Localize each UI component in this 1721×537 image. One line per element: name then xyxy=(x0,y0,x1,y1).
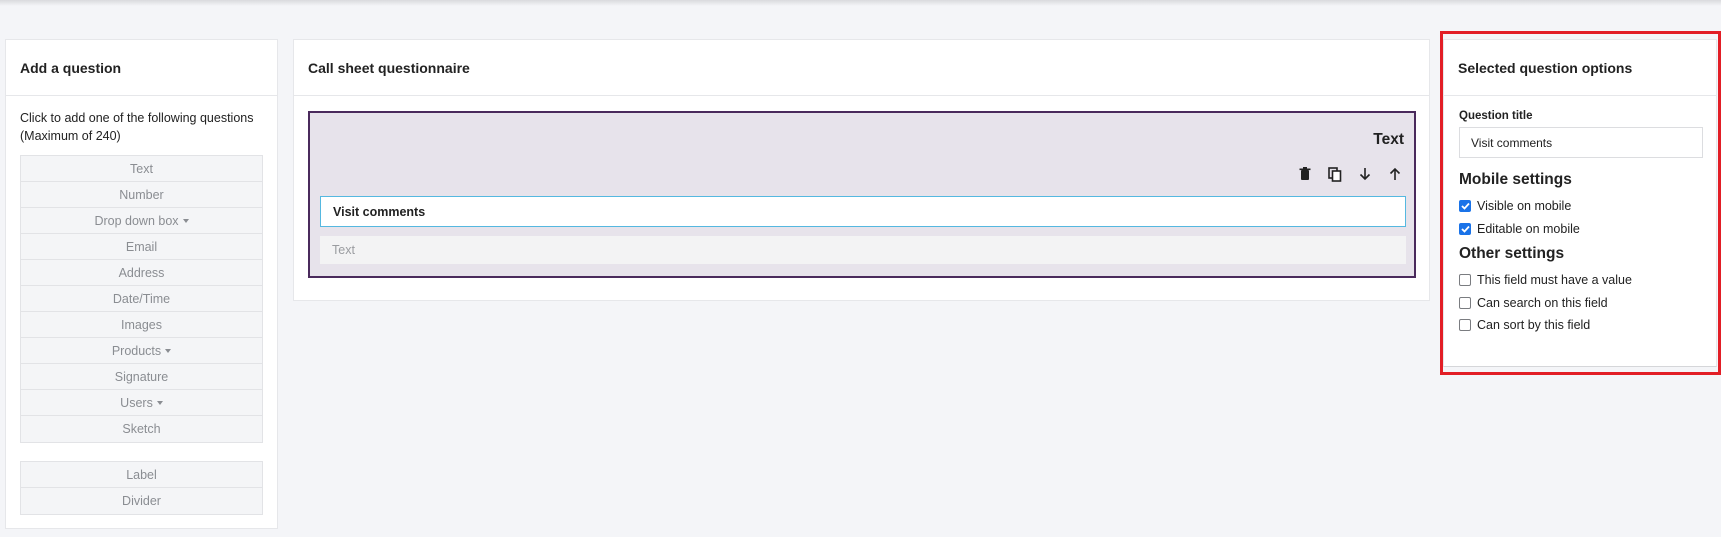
checkbox-label: This field must have a value xyxy=(1477,273,1632,288)
question-card[interactable]: Text Visit comments Text xyxy=(308,111,1416,278)
button-label: Date/Time xyxy=(112,291,171,306)
add-date-time-button[interactable]: Date/Time xyxy=(21,286,262,312)
checkbox-label: Can search on this field xyxy=(1477,295,1608,310)
add-users-button[interactable]: Users xyxy=(21,390,262,416)
add-label-button[interactable]: Label xyxy=(21,462,262,488)
question-toolbar xyxy=(1296,165,1404,183)
can-sort-by-this-field-checkbox[interactable] xyxy=(1459,319,1471,332)
copy-icon[interactable] xyxy=(1326,165,1344,183)
button-label: Products xyxy=(111,343,162,358)
add-question-instructions: Click to add one of the following questi… xyxy=(20,111,254,143)
mobile-settings-list: Visible on mobile Editable on mobile xyxy=(1459,195,1702,240)
button-label: Email xyxy=(125,239,158,254)
add-signature-button[interactable]: Signature xyxy=(21,364,262,390)
checkbox-label: Visible on mobile xyxy=(1477,199,1572,214)
caret-down-icon xyxy=(165,348,172,353)
trash-icon[interactable] xyxy=(1296,165,1314,183)
button-label: Number xyxy=(119,187,164,202)
can-search-on-this-field-checkbox[interactable] xyxy=(1459,296,1471,309)
this-field-must-have-a-value-option: This field must have a value xyxy=(1459,269,1702,292)
question-type-label: Text xyxy=(1373,131,1404,148)
add-email-button[interactable]: Email xyxy=(21,234,262,260)
button-label: Images xyxy=(121,317,162,332)
other-settings-list: This field must have a value Can search o… xyxy=(1459,269,1702,337)
editable-on-mobile-checkbox[interactable] xyxy=(1459,222,1471,235)
editable-on-mobile-option: Editable on mobile xyxy=(1459,218,1702,241)
button-label: Divider xyxy=(122,494,161,508)
can-sort-by-this-field-option: Can sort by this field xyxy=(1459,314,1702,337)
add-question-title: Add a question xyxy=(6,40,277,96)
button-label: Drop down box xyxy=(94,213,179,228)
question-title-label: Question title xyxy=(1459,110,1533,122)
button-label: Text xyxy=(130,161,153,176)
check-icon xyxy=(1460,203,1470,211)
visible-on-mobile-checkbox[interactable] xyxy=(1459,200,1471,213)
arrow-down-icon[interactable] xyxy=(1356,165,1374,183)
add-question-panel: Add a question Click to add one of the f… xyxy=(5,39,278,529)
options-panel-title: Selected question options xyxy=(1444,40,1716,96)
question-title-input[interactable]: Visit comments xyxy=(320,196,1406,227)
add-drop-down-box-button[interactable]: Drop down box xyxy=(21,208,262,234)
add-products-button[interactable]: Products xyxy=(21,338,262,364)
question-title-field[interactable]: Visit comments xyxy=(1459,127,1703,158)
button-label: Label xyxy=(126,467,157,482)
button-label: Users xyxy=(120,395,153,410)
top-bar-shadow xyxy=(0,0,1721,6)
add-divider-button[interactable]: Divider xyxy=(21,488,262,514)
add-address-button[interactable]: Address xyxy=(21,260,262,286)
can-search-on-this-field-option: Can search on this field xyxy=(1459,292,1702,315)
add-text-button[interactable]: Text xyxy=(21,156,262,182)
button-label: Address xyxy=(118,265,165,280)
checkbox-label: Editable on mobile xyxy=(1477,221,1580,236)
caret-down-icon xyxy=(182,218,189,223)
other-settings-heading: Other settings xyxy=(1459,245,1565,262)
this-field-must-have-a-value-checkbox[interactable] xyxy=(1459,274,1471,287)
selected-question-options-panel: Selected question options Question title… xyxy=(1443,39,1717,367)
layout-type-list: Label Divider xyxy=(20,461,263,515)
questionnaire-panel: Call sheet questionnaire Text Visit comm… xyxy=(293,39,1430,301)
question-answer-preview: Text xyxy=(320,236,1406,264)
arrow-up-icon[interactable] xyxy=(1386,165,1404,183)
button-label: Sketch xyxy=(122,422,161,436)
add-images-button[interactable]: Images xyxy=(21,312,262,338)
mobile-settings-heading: Mobile settings xyxy=(1459,171,1572,188)
check-icon xyxy=(1460,225,1470,233)
button-label: Signature xyxy=(114,369,169,384)
add-sketch-button[interactable]: Sketch xyxy=(21,416,262,442)
questionnaire-title: Call sheet questionnaire xyxy=(294,40,1429,96)
caret-down-icon xyxy=(156,400,163,405)
checkbox-label: Can sort by this field xyxy=(1477,318,1591,333)
visible-on-mobile-option: Visible on mobile xyxy=(1459,195,1702,218)
add-number-button[interactable]: Number xyxy=(21,182,262,208)
question-type-list: Text Number Drop down box Email Address Date/… xyxy=(20,155,263,443)
